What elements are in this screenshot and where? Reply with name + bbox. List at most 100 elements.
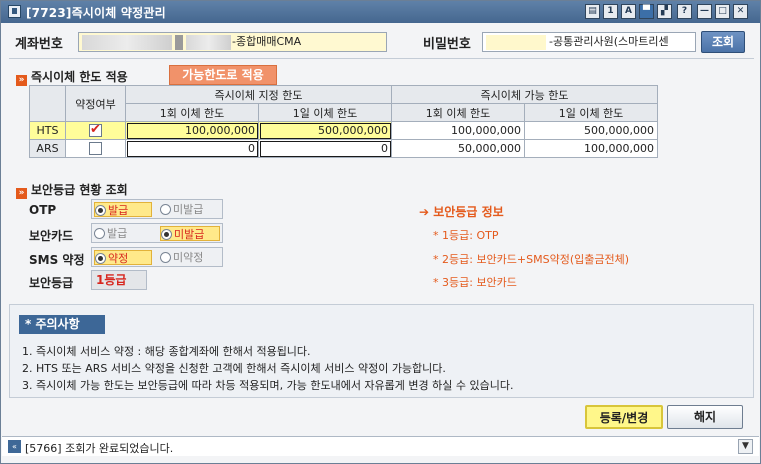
row-label-ars: ARS [29,139,66,158]
hts-available-once: 100,000,000 [391,121,525,140]
screen-number-icon[interactable]: 1 [603,4,618,19]
security-info-title: ➔ 보안등급 정보 [419,203,504,220]
hts-designated-daily-input[interactable]: 500,000,000 [258,121,392,140]
header-designated-once: 1회 이체 한도 [125,103,259,122]
branch-name: -공통관리사원(스마트리센 [549,35,669,48]
divider [9,58,754,59]
arrow-right-icon: ➔ [419,205,434,219]
radio-dot-icon [160,204,171,215]
status-code: [5766] [25,442,62,455]
table-row: HTS 100,000,000 500,000,000 100,000,000 … [29,121,658,140]
sms-label: SMS 약정 [29,253,85,267]
window-title: [7723]즉시이체 약정관리 [26,6,166,20]
close-icon[interactable]: ✕ [733,4,748,19]
header-available-once: 1회 이체 한도 [391,103,525,122]
chevron-down-icon[interactable]: ▼ [738,439,753,454]
row-label-hts: HTS [29,121,66,140]
status-text: 조회가 완료되었습니다. [65,442,174,455]
notice-line-1: 1. 즉시이체 서비스 약정 : 해당 종합계좌에 한해서 적용됩니다. [22,345,311,358]
radio-dot-icon [160,252,171,263]
security-card-radio-group: 발급 미발급 [91,223,223,243]
header-designated-daily: 1일 이체 한도 [258,103,392,122]
sms-radio-group: 약정 미약정 [91,247,223,267]
notice-line-2: 2. HTS 또는 ARS 서비스 약정을 신청한 고객에 한해서 즉시이체 서… [22,362,446,375]
account-spin-icon[interactable] [175,35,183,50]
hts-designated-once-input[interactable]: 100,000,000 [125,121,259,140]
status-history-icon[interactable]: « [8,440,21,453]
card-not-issued-radio[interactable]: 미발급 [160,226,220,241]
sms-agreed-label: 약정 [108,252,129,265]
account-field[interactable]: -종합매매CMA [78,32,387,52]
search-button[interactable]: 조회 [701,31,745,53]
sms-not-agreed-radio[interactable]: 미약정 [160,250,220,265]
pin-icon[interactable]: ▀ [639,4,654,19]
notice-line-3: 3. 즉시이체 가능 한도는 보안등급에 따라 차등 적용되며, 가능 한도내에… [22,379,514,392]
link-icon[interactable]: ▞ [657,4,672,19]
radio-dot-icon [95,205,106,216]
section-arrow-icon: » [16,188,27,199]
status-message: [5766] 조회가 완료되었습니다. [25,440,173,456]
hts-available-daily: 500,000,000 [524,121,658,140]
menu-icon[interactable]: ▤ [585,4,600,19]
status-bar: « [5766] 조회가 완료되었습니다. ▼ [2,436,759,456]
radio-dot-icon [95,253,106,264]
header-blank [29,85,66,122]
password-label: 비밀번호 [423,37,471,52]
ars-designated-once-input[interactable]: 0 [125,139,259,158]
security-section-title-text: 보안등급 현황 조회 [31,183,128,197]
maximize-icon[interactable]: □ [715,4,730,19]
radio-dot-icon [161,229,172,240]
otp-radio-group: 발급 미발급 [91,199,223,219]
title-bar: [7723]즉시이체 약정관리 ▤ 1 A ▀ ▞ ? — □ ✕ [1,1,760,23]
otp-not-issued-radio[interactable]: 미발급 [160,202,220,217]
masked-account-suffix [186,35,231,50]
hts-agree-cell [65,121,126,140]
masked-password [486,35,546,50]
security-grade-value: 1등급 [91,270,147,290]
register-change-button[interactable]: 등록/변경 [585,405,663,429]
minimize-icon[interactable]: — [697,4,712,19]
security-grade-label: 보안등급 [29,276,74,290]
sms-not-agreed-label: 미약정 [173,251,204,264]
app-icon [8,5,21,18]
password-field[interactable]: -공통관리사원(스마트리센 [482,32,696,52]
header-designated: 즉시이체 지정 한도 [125,85,392,104]
header-agree: 약정여부 [65,85,126,122]
header-available: 즉시이체 가능 한도 [391,85,658,104]
help-icon[interactable]: ? [677,4,692,19]
ars-available-daily: 100,000,000 [524,139,658,158]
grade-info-2: * 2등급: 보안카드+SMS약정(입출금전체) [433,253,630,266]
ars-agree-checkbox[interactable] [89,142,102,156]
limit-table: 약정여부 즉시이체 지정 한도 즉시이체 가능 한도 1회 이체 한도 1일 이… [29,85,658,158]
card-issued-label: 발급 [107,227,128,240]
ars-agree-cell [65,139,126,158]
limit-section-title-text: 즉시이체 한도 적용 [31,70,128,84]
radio-dot-icon [94,228,105,239]
otp-label: OTP [29,203,57,217]
grade-info-1: * 1등급: OTP [433,229,499,242]
cancel-agreement-button[interactable]: 해지 [667,405,743,429]
card-not-issued-label: 미발급 [174,228,205,241]
notice-panel: * 주의사항 1. 즉시이체 서비스 약정 : 해당 종합계좌에 한해서 적용됩… [9,304,754,398]
security-section-title: » 보안등급 현황 조회 [16,181,128,199]
otp-issued-radio[interactable]: 발급 [94,202,152,217]
ars-designated-daily-input[interactable]: 0 [258,139,392,158]
masked-account-number [82,35,172,50]
notice-title: * 주의사항 [19,315,105,334]
window: [7723]즉시이체 약정관리 ▤ 1 A ▀ ▞ ? — □ ✕ 계좌번호 -… [0,0,761,464]
security-card-label: 보안카드 [29,229,74,243]
font-size-icon[interactable]: A [621,4,636,19]
account-label: 계좌번호 [15,37,63,52]
sms-agreed-radio[interactable]: 약정 [94,250,152,265]
hts-agree-checkbox[interactable] [89,122,102,138]
section-arrow-icon: » [16,75,27,86]
account-type: -종합매매CMA [232,35,302,48]
header-available-daily: 1일 이체 한도 [524,103,658,122]
table-row: ARS 0 0 50,000,000 100,000,000 [29,139,658,158]
limit-section-title: » 즉시이체 한도 적용 [16,68,128,86]
otp-not-issued-label: 미발급 [173,203,204,216]
card-issued-radio[interactable]: 발급 [94,226,152,241]
otp-issued-label: 발급 [108,204,129,217]
apply-available-limit-button[interactable]: 가능한도로 적용 [169,65,277,85]
ars-available-once: 50,000,000 [391,139,525,158]
